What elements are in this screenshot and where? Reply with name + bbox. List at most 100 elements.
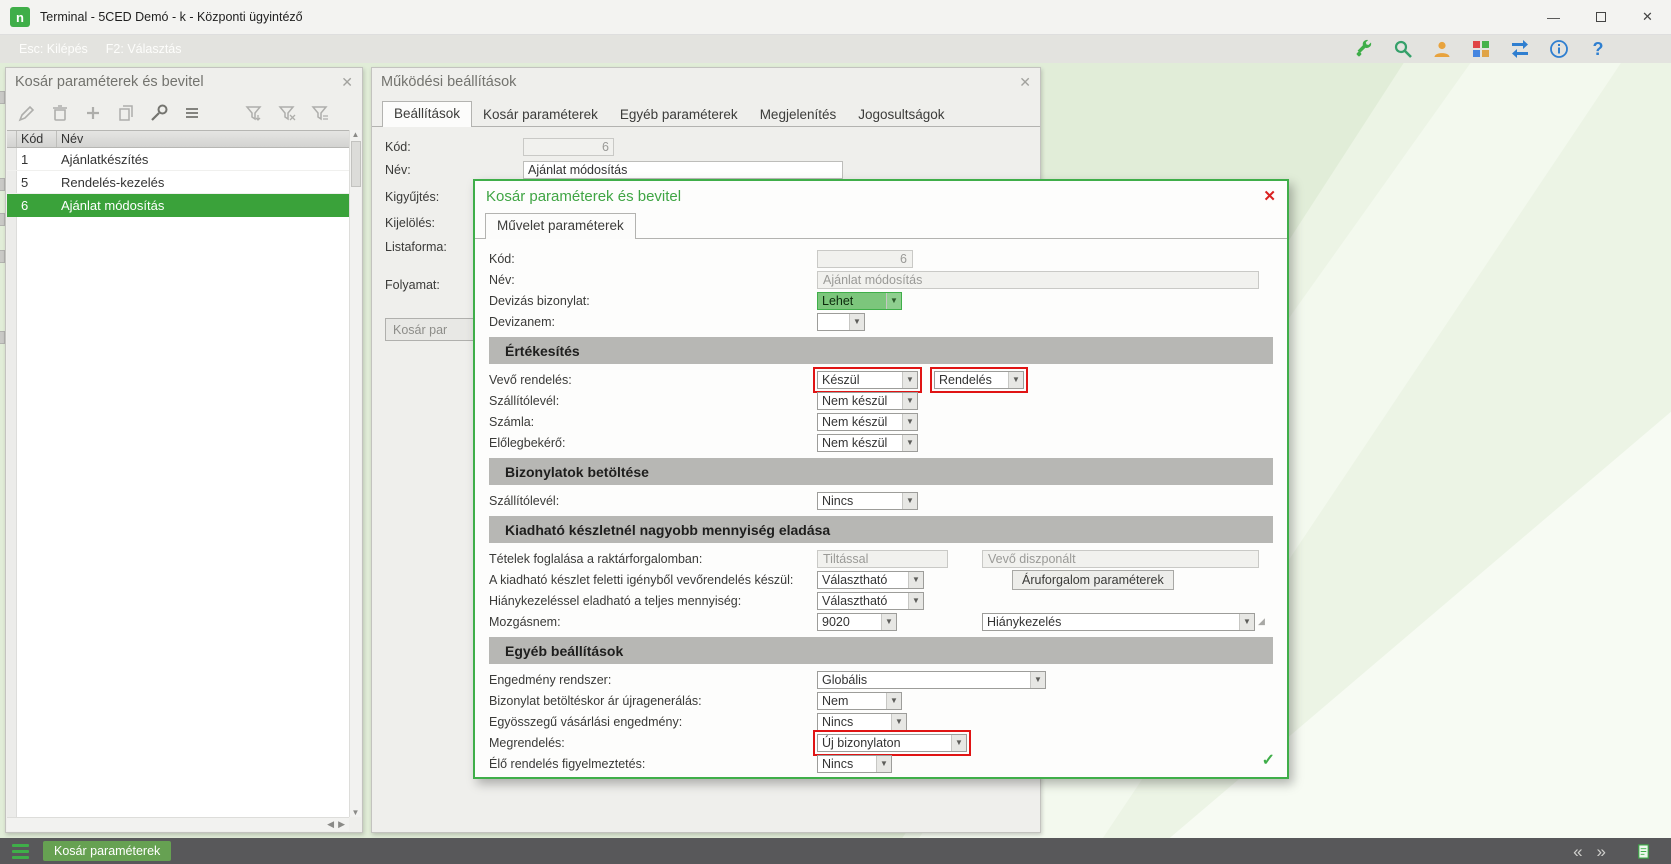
vevo-rendeles-label: Vevő rendelés: bbox=[489, 373, 817, 387]
info-icon[interactable] bbox=[1548, 38, 1570, 60]
chevron-down-icon: ▼ bbox=[891, 714, 906, 730]
scroll-down-icon[interactable]: ▼ bbox=[352, 808, 360, 817]
nev-field[interactable]: Ajánlat módosítás bbox=[523, 161, 843, 179]
ar-ujrageneralas-select[interactable]: Nem▼ bbox=[817, 692, 902, 710]
scroll-up-icon[interactable]: ▲ bbox=[352, 130, 360, 139]
vevo-diszponalt-field: Vevő diszponált bbox=[982, 550, 1259, 568]
chevron-down-icon: ▼ bbox=[902, 435, 917, 451]
row-gutter-cell bbox=[7, 171, 17, 193]
copy-icon[interactable] bbox=[115, 102, 137, 124]
row-kod-cell: 5 bbox=[17, 175, 57, 190]
vertical-scrollbar[interactable]: ▲ ▼ bbox=[349, 130, 361, 817]
chevron-down-icon: ▼ bbox=[951, 735, 966, 751]
mozgasnem-nev-select[interactable]: Hiánykezelés▼ bbox=[982, 613, 1255, 631]
nav-prev-icon[interactable]: « bbox=[1573, 843, 1582, 860]
close-icon[interactable]: ✕ bbox=[1624, 0, 1671, 34]
tab-megjelenites[interactable]: Megjelenítés bbox=[749, 103, 848, 126]
settings-panel-titlebar: Működési beállítások ✕ bbox=[372, 68, 1040, 96]
szallitolevel-betoltes-select[interactable]: Nincs▼ bbox=[817, 492, 918, 510]
window-controls: — ✕ bbox=[1530, 0, 1671, 34]
vevo-rendeles-select[interactable]: Készül▼ bbox=[817, 371, 918, 389]
transfer-arrows-icon[interactable] bbox=[1509, 38, 1531, 60]
minimize-icon[interactable]: — bbox=[1530, 0, 1577, 34]
tab-muvelet-parameterek[interactable]: Művelet paraméterek bbox=[485, 213, 636, 239]
tab-beallitasok[interactable]: Beállítások bbox=[382, 101, 472, 127]
dialog-tabs: Művelet paraméterek bbox=[475, 211, 1287, 239]
chevron-down-icon: ▼ bbox=[886, 693, 901, 709]
engedmeny-rendszer-select[interactable]: Globális▼ bbox=[817, 671, 1046, 689]
szallitolevel-select[interactable]: Nem készül▼ bbox=[817, 392, 918, 410]
kiadhato-igeny-label: A kiadható készlet feletti igényből vevő… bbox=[489, 573, 817, 587]
ar-ujrageneralas-label: Bizonylat betöltéskor ár újragenerálás: bbox=[489, 694, 817, 708]
chevron-down-icon: ▼ bbox=[902, 372, 917, 388]
app-icon: n bbox=[10, 7, 30, 27]
elolegbekero-select[interactable]: Nem készül▼ bbox=[817, 434, 918, 452]
szamla-select[interactable]: Nem készül▼ bbox=[817, 413, 918, 431]
table-row[interactable]: 5 Rendelés-kezelés bbox=[7, 171, 349, 194]
close-icon[interactable]: ✕ bbox=[1263, 187, 1276, 205]
egyosszegu-engedmeny-select[interactable]: Nincs▼ bbox=[817, 713, 907, 731]
chevron-down-icon: ▼ bbox=[1239, 614, 1254, 630]
filter-clear-icon[interactable] bbox=[276, 102, 298, 124]
kod-field: 6 bbox=[817, 250, 913, 268]
scroll-left-icon[interactable]: ◀ bbox=[327, 819, 334, 830]
scrollbar-thumb[interactable] bbox=[351, 141, 361, 187]
chevron-down-icon: ▼ bbox=[902, 493, 917, 509]
help-icon[interactable]: ? bbox=[1587, 38, 1609, 60]
window-title: Terminal - 5CED Demó - k - Központi ügyi… bbox=[40, 10, 303, 24]
chevron-down-icon: ▼ bbox=[881, 614, 896, 630]
document-icon[interactable] bbox=[1636, 844, 1651, 859]
add-icon[interactable] bbox=[82, 102, 104, 124]
kiadhato-igeny-select[interactable]: Választható▼ bbox=[817, 571, 924, 589]
tab-jogosultsagok[interactable]: Jogosultságok bbox=[847, 103, 955, 126]
column-header-kod[interactable]: Kód bbox=[17, 131, 57, 147]
panel-title: Kosár paraméterek és bevitel bbox=[15, 74, 204, 90]
user-icon[interactable] bbox=[1431, 38, 1453, 60]
hianykezeles-select[interactable]: Választható▼ bbox=[817, 592, 924, 610]
section-bizonylatok-betoltese: Bizonylatok betöltése bbox=[489, 458, 1273, 485]
delete-icon[interactable] bbox=[49, 102, 71, 124]
megrendeles-select[interactable]: Új bizonylaton▼ bbox=[817, 734, 967, 752]
confirm-check-icon[interactable]: ✓ bbox=[1262, 750, 1275, 770]
szallitolevel-label: Szállítólevél: bbox=[489, 394, 817, 408]
devizas-bizonylat-select[interactable]: Lehet▼ bbox=[817, 292, 902, 310]
tetelek-foglalasa-field: Tiltással bbox=[817, 550, 948, 568]
search-icon[interactable] bbox=[1392, 38, 1414, 60]
table-row[interactable]: 6 Ajánlat módosítás bbox=[7, 194, 349, 217]
horizontal-scrollbar[interactable]: ◀ ▶ bbox=[7, 817, 349, 831]
mozgasnem-kod-select[interactable]: 9020▼ bbox=[817, 613, 897, 631]
close-icon[interactable]: ✕ bbox=[341, 74, 353, 91]
elo-rendeles-select[interactable]: Nincs▼ bbox=[817, 755, 892, 773]
maximize-icon[interactable] bbox=[1577, 0, 1624, 34]
menu-icon[interactable] bbox=[12, 844, 29, 859]
row-kod-cell: 6 bbox=[17, 198, 57, 213]
resize-grip-icon[interactable]: ◢ bbox=[1258, 616, 1265, 627]
table-row[interactable]: 1 Ajánlatkészítés bbox=[7, 148, 349, 171]
list-icon[interactable] bbox=[181, 102, 203, 124]
close-icon[interactable]: ✕ bbox=[1019, 74, 1031, 91]
tab-egyeb-parameterek[interactable]: Egyéb paraméterek bbox=[609, 103, 749, 126]
aruforgalom-parameterek-button[interactable]: Áruforgalom paraméterek bbox=[1012, 570, 1174, 590]
engedmeny-rendszer-label: Engedmény rendszer: bbox=[489, 673, 817, 687]
kosar-parameterek-button[interactable]: Kosár par bbox=[385, 318, 475, 341]
apps-grid-icon[interactable] bbox=[1470, 38, 1492, 60]
filter-icon[interactable] bbox=[243, 102, 265, 124]
esc-shortcut[interactable]: Esc: Kilépés bbox=[10, 39, 97, 59]
tab-kosar-parameterek[interactable]: Kosár paraméterek bbox=[472, 103, 609, 126]
tools-icon[interactable] bbox=[148, 102, 170, 124]
edit-icon[interactable] bbox=[16, 102, 38, 124]
panel-title: Működési beállítások bbox=[381, 74, 516, 90]
scroll-right-icon[interactable]: ▶ bbox=[338, 819, 345, 830]
wrench-icon[interactable] bbox=[1353, 38, 1375, 60]
row-gutter bbox=[7, 148, 17, 817]
filter-columns-icon[interactable] bbox=[309, 102, 331, 124]
status-tab-kosar-parameterek[interactable]: Kosár paraméterek bbox=[43, 841, 171, 861]
param-table-body: 1 Ajánlatkészítés 5 Rendelés-kezelés 6 A… bbox=[7, 148, 349, 817]
devizanem-select[interactable]: ▼ bbox=[817, 313, 865, 331]
vevo-rendeles-tipus-select[interactable]: Rendelés▼ bbox=[934, 371, 1024, 389]
column-header-nev[interactable]: Név bbox=[57, 131, 349, 147]
nav-next-icon[interactable]: » bbox=[1597, 843, 1606, 860]
hianykezeles-label: Hiánykezeléssel eladható a teljes mennyi… bbox=[489, 594, 817, 608]
szallitolevel-betoltes-label: Szállítólevél: bbox=[489, 494, 817, 508]
f2-shortcut[interactable]: F2: Választás bbox=[97, 39, 191, 59]
